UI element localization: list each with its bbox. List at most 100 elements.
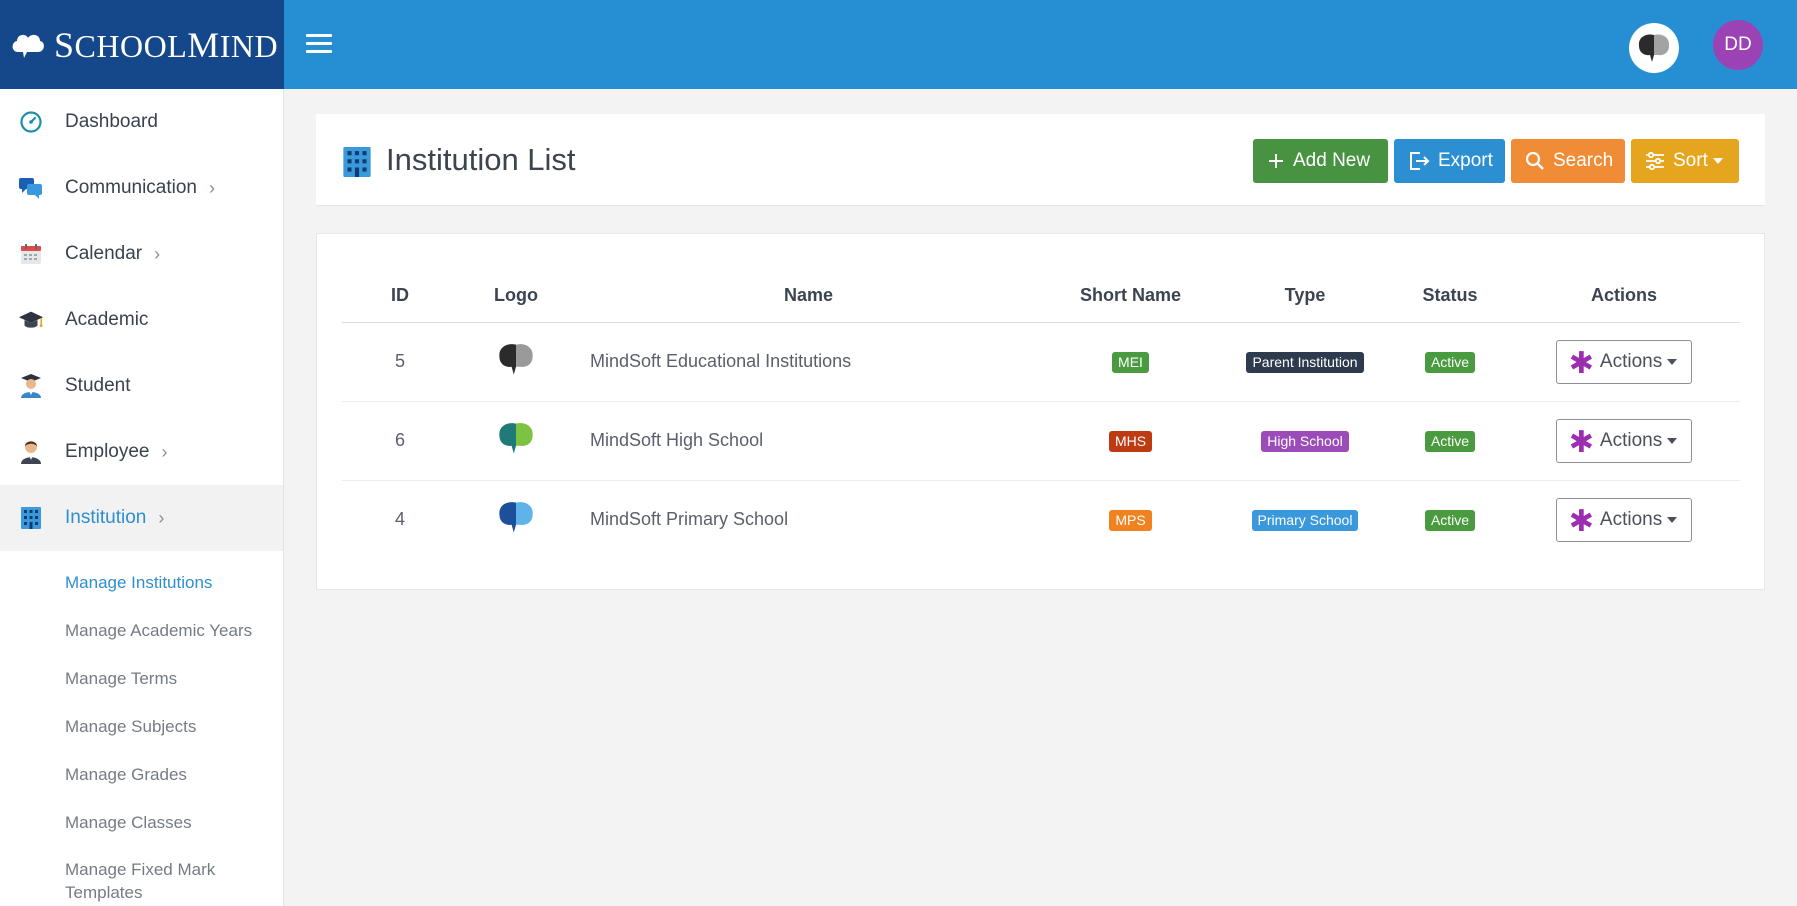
brain-logo-icon [495,499,537,535]
type-badge: High School [1261,430,1349,452]
sidebar-item-calendar[interactable]: Calendar › [0,221,283,287]
status-badge: Active [1424,351,1476,373]
row-actions-dropdown[interactable]: ✱ Actions [1555,497,1693,542]
brain-logo-icon [1638,34,1670,62]
submenu-manage-institutions[interactable]: Manage Institutions [0,559,283,607]
sidebar-item-label: Calendar [65,243,143,264]
submenu-manage-terms[interactable]: Manage Terms [0,655,283,703]
employee-icon [18,439,44,465]
table-header-row: ID Logo Name Short Name Type Status Acti… [342,270,1740,323]
search-button[interactable]: Search [1511,139,1625,183]
cell-short-name: MEI [1043,322,1218,402]
cell-short-name: MHS [1043,401,1218,481]
top-bar: DD [284,0,1797,89]
submenu-manage-academic-years[interactable]: Manage Academic Years [0,607,283,655]
sidebar-item-label: Communication [65,177,197,198]
cell-actions: ✱ Actions [1508,480,1740,559]
status-badge: Active [1424,509,1476,531]
sidebar-item-institution[interactable]: Institution › [0,485,283,551]
chat-bubbles-icon [18,175,44,201]
cell-logo [458,401,574,481]
caret-down-icon [1667,437,1678,444]
brand-logo[interactable]: SCHOOLMIND [0,0,284,89]
table-row[interactable]: 4 MindSoft Primary School MPS Primary Sc… [342,480,1740,559]
graduation-cap-icon [18,307,44,333]
column-header-id[interactable]: ID [342,270,458,323]
status-badge: Active [1424,430,1476,452]
sidebar-item-academic[interactable]: Academic [0,287,283,353]
search-icon [1525,151,1545,171]
cell-actions: ✱ Actions [1508,322,1740,402]
submenu-manage-grades[interactable]: Manage Grades [0,751,283,799]
brand-name: SCHOOLMIND [54,24,279,65]
column-header-name[interactable]: Name [574,270,1043,323]
column-header-logo[interactable]: Logo [458,270,574,323]
page-header-card: Institution List Add New Export Search S… [316,114,1765,206]
dashboard-gauge-icon [18,109,44,135]
cell-id: 6 [342,401,458,481]
submenu-manage-subjects[interactable]: Manage Subjects [0,703,283,751]
asterisk-icon: ✱ [1568,504,1594,538]
cell-status: Active [1392,401,1508,481]
student-icon [18,373,44,399]
cell-status: Active [1392,322,1508,402]
add-new-button[interactable]: Add New [1253,139,1388,183]
chevron-right-icon: › [161,441,168,462]
type-badge: Primary School [1251,509,1359,531]
caret-down-icon [1667,358,1678,365]
asterisk-icon: ✱ [1568,425,1594,459]
column-header-actions: Actions [1508,270,1740,323]
sidebar-item-communication[interactable]: Communication › [0,155,283,221]
type-badge: Parent Institution [1246,351,1364,373]
short-name-badge: MHS [1108,430,1153,452]
sidebar-item-label: Student [65,375,131,396]
brain-cloud-icon [12,34,44,58]
caret-down-icon [1667,516,1678,523]
sidebar-item-student[interactable]: Student [0,353,283,419]
brain-logo-icon [495,420,537,456]
cell-logo [458,480,574,559]
building-icon [18,505,44,531]
cell-logo [458,322,574,402]
column-header-short-name[interactable]: Short Name [1043,270,1218,323]
institution-logo[interactable] [1629,23,1679,73]
cell-id: 4 [394,509,405,530]
export-button[interactable]: Export [1394,139,1505,183]
cell-type: Primary School [1218,480,1392,559]
export-icon [1408,150,1430,172]
toolbar: Add New Export Search Sort [1253,139,1739,183]
cell-type: Parent Institution [1218,322,1392,402]
institution-table: ID Logo Name Short Name Type Status Acti… [342,270,1740,559]
caret-down-icon [1712,158,1723,164]
table-row[interactable]: 6 MindSoft High School MHS High School A… [342,401,1740,481]
short-name-badge: MPS [1109,509,1152,531]
user-avatar[interactable]: DD [1713,20,1763,70]
submenu-manage-classes[interactable]: Manage Classes [0,799,283,847]
sidebar-item-label: Institution [65,507,147,528]
cell-id: 5 [342,322,458,402]
sidebar: Dashboard Communication › Calendar › Aca… [0,89,284,906]
submenu-manage-fixed-mark-templates[interactable]: Manage Fixed Mark Templates [0,847,230,904]
cell-type: High School [1218,401,1392,481]
row-actions-dropdown[interactable]: ✱ Actions [1555,339,1693,384]
chevron-right-icon: › [209,177,215,198]
sidebar-item-dashboard[interactable]: Dashboard [0,89,283,155]
sort-button[interactable]: Sort [1631,139,1739,183]
table-row[interactable]: 5 MindSoft Educational Institutions MEI … [342,322,1740,402]
sidebar-item-employee[interactable]: Employee › [0,419,283,485]
cell-status: Active [1392,480,1508,559]
page-title: Institution List [386,142,576,177]
chevron-right-icon: › [154,243,161,264]
cell-short-name: MPS [1043,480,1218,559]
chevron-right-icon: › [158,507,165,528]
plus-icon [1267,152,1285,170]
row-actions-dropdown[interactable]: ✱ Actions [1555,418,1693,463]
column-header-status[interactable]: Status [1392,270,1508,323]
institution-table-card: ID Logo Name Short Name Type Status Acti… [316,233,1765,590]
sidebar-item-label: Dashboard [65,111,158,132]
cell-name: MindSoft High School [574,401,1043,481]
short-name-badge: MEI [1112,351,1149,373]
menu-toggle-icon[interactable] [306,34,332,56]
column-header-type[interactable]: Type [1218,270,1392,323]
cell-actions: ✱ Actions [1508,401,1740,481]
